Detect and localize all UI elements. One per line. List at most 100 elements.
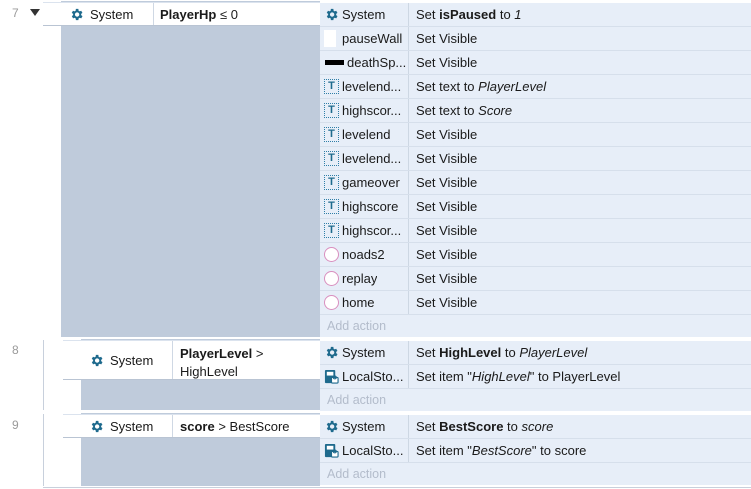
action-description[interactable]: Set isPaused to 1: [409, 7, 522, 22]
action-object[interactable]: Tlevelend: [320, 123, 409, 146]
action-object[interactable]: LocalSto...: [320, 439, 409, 462]
action-object[interactable]: deathSp...: [320, 51, 409, 74]
condition-row[interactable]: System score > BestScore: [63, 414, 320, 438]
action-text-part: BestScore: [471, 443, 532, 458]
action-object[interactable]: System: [320, 415, 409, 438]
action-text-part: Set item ": [416, 443, 472, 458]
action-description[interactable]: Set Visible: [409, 199, 477, 214]
add-action-button[interactable]: Add action: [320, 463, 751, 485]
action-row[interactable]: LocalSto... Set item "HighLevel" to Playe…: [320, 365, 751, 389]
action-object[interactable]: Tlevelend...: [320, 147, 409, 170]
action-object[interactable]: Thighscore: [320, 195, 409, 218]
action-description[interactable]: Set Visible: [409, 127, 477, 142]
action-description[interactable]: Set Visible: [409, 31, 477, 46]
action-description[interactable]: Set Visible: [409, 55, 477, 70]
action-object[interactable]: LocalSto...: [320, 365, 409, 388]
condition-row[interactable]: System PlayerLevel > HighLevel: [63, 340, 320, 380]
add-action-button[interactable]: Add action: [320, 389, 751, 411]
condition-variable: PlayerHp: [160, 6, 217, 22]
action-object[interactable]: Thighscor...: [320, 219, 409, 242]
action-text-part: Score: [478, 103, 513, 118]
collapse-arrow-icon[interactable]: [30, 9, 40, 16]
condition-text[interactable]: PlayerHp ≤ 0: [154, 3, 238, 25]
action-object-label: levelend: [342, 127, 391, 142]
local-storage-icon: [324, 369, 339, 384]
action-row[interactable]: Thighscore Set Visible: [320, 195, 751, 219]
black-bar-icon: [325, 60, 344, 65]
action-object-label: levelend...: [342, 79, 402, 94]
action-object[interactable]: pauseWall: [320, 27, 409, 50]
action-object[interactable]: Thighscor...: [320, 99, 409, 122]
event-number: 8: [12, 343, 19, 357]
action-row[interactable]: Tlevelend... Set text to PlayerLevel: [320, 75, 751, 99]
action-text-part: PlayerLevel: [519, 345, 588, 360]
action-text-part: Set: [416, 419, 440, 434]
action-text-part: HighLevel: [439, 345, 502, 360]
action-text-part: Set Visible: [416, 295, 478, 310]
action-description[interactable]: Set item "HighLevel" to PlayerLevel: [409, 369, 620, 384]
action-text-part: Set Visible: [416, 151, 478, 166]
white-square-icon: [324, 30, 336, 47]
action-object-label: System: [342, 7, 386, 22]
add-action-button[interactable]: Add action: [320, 315, 751, 337]
condition-object[interactable]: System: [63, 341, 173, 379]
action-row[interactable]: deathSp... Set Visible: [320, 51, 751, 75]
condition-operator: ≤ 0: [220, 6, 238, 22]
action-object[interactable]: noads2: [320, 243, 409, 266]
action-object[interactable]: System: [320, 341, 409, 364]
gear-icon: [89, 419, 104, 434]
condition-object[interactable]: System: [43, 3, 154, 25]
action-object-label: noads2: [342, 247, 385, 262]
action-description[interactable]: Set text to PlayerLevel: [409, 79, 546, 94]
action-description[interactable]: Set Visible: [409, 295, 477, 310]
action-description[interactable]: Set BestScore to score: [409, 419, 553, 434]
action-row[interactable]: LocalSto... Set item "BestScore" to score: [320, 439, 751, 463]
condition-text[interactable]: PlayerLevel > HighLevel: [173, 341, 264, 379]
text-object-icon: T: [324, 223, 339, 238]
action-object-label: LocalSto...: [342, 443, 404, 458]
action-object-label: highscor...: [342, 223, 402, 238]
event-block[interactable]: [43, 1, 320, 337]
action-text-part: Set text to: [416, 79, 479, 94]
action-row[interactable]: System Set HighLevel to PlayerLevel: [320, 341, 751, 365]
condition-row[interactable]: System PlayerHp ≤ 0: [43, 2, 320, 26]
action-row[interactable]: replay Set Visible: [320, 267, 751, 291]
action-description[interactable]: Set Visible: [409, 223, 477, 238]
action-row[interactable]: Thighscor... Set Visible: [320, 219, 751, 243]
action-description[interactable]: Set HighLevel to PlayerLevel: [409, 345, 587, 360]
circle-sprite-icon: [324, 271, 339, 286]
action-row[interactable]: System Set BestScore to score: [320, 415, 751, 439]
condition-operator: > BestScore: [218, 418, 290, 434]
action-row[interactable]: Tlevelend Set Visible: [320, 123, 751, 147]
action-object-label: home: [342, 295, 375, 310]
action-object[interactable]: replay: [320, 267, 409, 290]
action-row[interactable]: noads2 Set Visible: [320, 243, 751, 267]
action-object[interactable]: home: [320, 291, 409, 314]
action-object-label: System: [342, 345, 386, 360]
action-description[interactable]: Set Visible: [409, 271, 477, 286]
condition-object[interactable]: System: [63, 415, 173, 437]
action-description[interactable]: Set text to Score: [409, 103, 512, 118]
action-text-part: Set item ": [416, 369, 472, 384]
gear-icon: [324, 345, 339, 360]
action-object[interactable]: Tgameover: [320, 171, 409, 194]
action-object-label: replay: [342, 271, 378, 286]
action-row[interactable]: Tgameover Set Visible: [320, 171, 751, 195]
action-text-part: 1: [514, 7, 522, 22]
action-object[interactable]: Tlevelend...: [320, 75, 409, 98]
action-object-label: deathSp...: [347, 55, 407, 70]
action-description[interactable]: Set item "BestScore" to score: [409, 443, 586, 458]
text-object-icon: T: [324, 103, 339, 118]
action-description[interactable]: Set Visible: [409, 175, 477, 190]
action-row[interactable]: pauseWall Set Visible: [320, 27, 751, 51]
text-object-icon: T: [324, 79, 339, 94]
action-row[interactable]: Thighscor... Set text to Score: [320, 99, 751, 123]
action-description[interactable]: Set Visible: [409, 247, 477, 262]
action-row[interactable]: System Set isPaused to 1: [320, 3, 751, 27]
action-row[interactable]: home Set Visible: [320, 291, 751, 315]
action-text-part: Set Visible: [416, 175, 478, 190]
action-object[interactable]: System: [320, 3, 409, 26]
action-description[interactable]: Set Visible: [409, 151, 477, 166]
action-row[interactable]: Tlevelend... Set Visible: [320, 147, 751, 171]
condition-text[interactable]: score > BestScore: [173, 415, 290, 437]
